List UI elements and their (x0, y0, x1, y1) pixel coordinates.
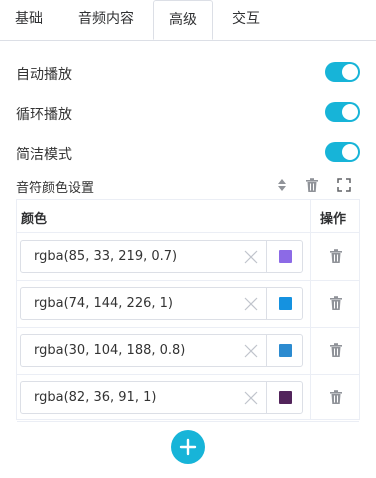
tab-audio-content[interactable]: 音频内容 (78, 0, 134, 40)
color-input[interactable]: rgba(85, 33, 219, 0.7) (20, 240, 303, 273)
table-row: rgba(85, 33, 219, 0.7) (17, 233, 359, 281)
switch-knob (342, 104, 358, 120)
tab-bar: 基础 音频内容 高级 交互 (0, 0, 376, 41)
close-icon[interactable] (244, 344, 258, 358)
table-header: 颜色 操作 (17, 200, 359, 233)
close-icon[interactable] (244, 391, 258, 405)
table-row: rgba(82, 36, 91, 1) (17, 374, 359, 422)
action-column-header: 操作 (320, 212, 347, 227)
loop-label: 循环播放 (16, 107, 72, 123)
tab-interaction[interactable]: 交互 (232, 0, 260, 40)
trash-icon[interactable] (328, 342, 344, 358)
tab-basic[interactable]: 基础 (15, 0, 43, 40)
color-value: rgba(82, 36, 91, 1) (34, 390, 157, 405)
autoplay-label: 自动播放 (16, 67, 72, 83)
tab-advanced[interactable]: 高级 (153, 0, 213, 40)
trash-icon[interactable] (328, 389, 344, 405)
color-value: rgba(74, 144, 226, 1) (34, 296, 173, 311)
table-row: rgba(74, 144, 226, 1) (17, 280, 359, 328)
loop-switch[interactable] (325, 102, 360, 122)
table-row: rgba(30, 104, 188, 0.8) (17, 327, 359, 375)
note-color-settings-title: 音符颜色设置 (16, 181, 95, 196)
color-swatch[interactable] (279, 250, 292, 263)
trash-icon[interactable] (328, 295, 344, 311)
close-icon[interactable] (244, 250, 258, 264)
autoplay-switch[interactable] (325, 62, 360, 82)
color-input[interactable]: rgba(30, 104, 188, 0.8) (20, 334, 303, 367)
trash-icon[interactable] (328, 248, 344, 264)
color-swatch[interactable] (279, 391, 292, 404)
switch-knob (342, 64, 358, 80)
input-divider (266, 335, 267, 366)
switch-knob (342, 144, 358, 160)
input-divider (266, 382, 267, 413)
color-value: rgba(85, 33, 219, 0.7) (34, 249, 178, 264)
compact-mode-label: 简洁模式 (16, 147, 72, 163)
add-color-button[interactable] (171, 430, 205, 464)
note-color-table: 颜色 操作 rgba(85, 33, 219, 0.7) rgba(74, 14… (16, 199, 360, 422)
color-swatch[interactable] (279, 344, 292, 357)
input-divider (266, 241, 267, 272)
color-input[interactable]: rgba(82, 36, 91, 1) (20, 381, 303, 414)
compact-mode-switch[interactable] (325, 142, 360, 162)
sort-icon[interactable] (274, 177, 290, 193)
trash-icon[interactable] (304, 177, 320, 193)
fullscreen-icon[interactable] (336, 177, 352, 193)
color-column-header: 颜色 (21, 212, 48, 227)
color-swatch[interactable] (279, 297, 292, 310)
input-divider (266, 288, 267, 319)
close-icon[interactable] (244, 297, 258, 311)
color-value: rgba(30, 104, 188, 0.8) (34, 343, 186, 358)
plus-icon (171, 430, 205, 464)
color-input[interactable]: rgba(74, 144, 226, 1) (20, 287, 303, 320)
